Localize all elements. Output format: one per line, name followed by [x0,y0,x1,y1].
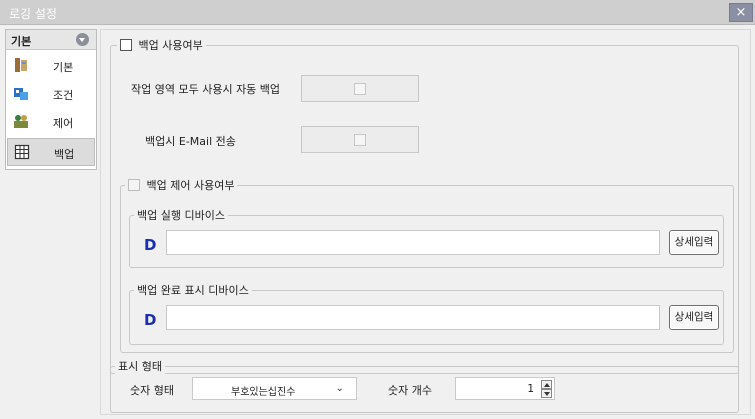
title-bar: 로깅 설정 × [0,0,755,25]
sidebar-header-label: 기본 [11,35,32,48]
backup-control-checkbox[interactable] [128,179,140,191]
auto-backup-label: 작업 영역 모두 사용시 자동 백업 [131,83,281,96]
backup-control-group: 백업 제어 사용여부 백업 실행 디바이스 D 상세입력 백업 완료 표시 디바… [120,177,734,353]
basic-config-icon [15,58,27,72]
sidebar-header[interactable]: 기본 [6,30,96,50]
sidebar-item-basic[interactable]: 기본 [7,52,95,80]
sidebar-item-label: 기본 [53,61,74,74]
number-format-value: 부호있는십진수 [231,387,296,398]
done-device-input[interactable] [166,305,660,330]
sidebar-item-label: 백업 [54,148,75,161]
exec-device-group: 백업 실행 디바이스 D 상세입력 [129,207,724,268]
backup-use-toggle[interactable]: 백업 사용여부 [117,37,206,53]
stepper-buttons [541,380,552,398]
backup-grid-icon [14,144,30,160]
done-device-detail-button[interactable]: 상세입력 [669,305,719,330]
email-backup-checkbox[interactable] [354,133,366,146]
auto-backup-checkbox-field[interactable] [301,75,419,102]
stepper-up-icon[interactable] [541,380,552,389]
auto-backup-checkbox[interactable] [354,82,366,95]
control-icon [14,115,28,128]
number-format-label: 숫자 형태 [130,384,174,397]
close-button[interactable]: × [729,3,753,22]
exec-device-input[interactable] [166,230,660,255]
backup-control-label: 백업 제어 사용여부 [146,179,235,192]
done-device-group: 백업 완료 표시 디바이스 D 상세입력 [129,282,724,345]
window-title: 로깅 설정 [9,7,57,21]
backup-group: 백업 사용여부 작업 영역 모두 사용시 자동 백업 백업시 E-Mail 전송… [110,37,739,374]
exec-device-detail-button[interactable]: 상세입력 [669,230,719,255]
done-device-prefix: D [144,311,157,329]
collapse-chevron-icon[interactable] [76,33,89,46]
backup-use-checkbox[interactable] [120,39,132,51]
sidebar-item-label: 제어 [53,117,74,130]
done-device-title: 백업 완료 표시 디바이스 [134,282,252,298]
sidebar-item-condition[interactable]: 조건 [7,80,95,108]
backup-use-label: 백업 사용여부 [138,39,203,52]
digit-count-label: 숫자 개수 [388,384,432,397]
digit-count-value: 1 [527,383,534,395]
stepper-down-icon[interactable] [541,389,552,398]
number-format-select[interactable]: 부호있는십진수 ⌄ [192,377,357,400]
backup-control-toggle[interactable]: 백업 제어 사용여부 [125,177,238,193]
sidebar-item-backup[interactable]: 백업 [7,138,95,166]
exec-device-title: 백업 실행 디바이스 [134,207,228,223]
email-backup-label: 백업시 E-Mail 전송 [145,135,236,148]
display-format-group: 표시 형태 숫자 형태 부호있는십진수 ⌄ 숫자 개수 1 [110,358,739,413]
sidebar-item-control[interactable]: 제어 [7,108,95,136]
condition-icon [14,88,28,100]
sidebar: 기본 기본 조건 제어 백업 [5,29,97,170]
main-panel: 백업 사용여부 작업 영역 모두 사용시 자동 백업 백업시 E-Mail 전송… [100,29,751,415]
digit-count-stepper[interactable]: 1 [455,377,555,400]
chevron-down-icon[interactable]: ⌄ [336,383,344,394]
email-backup-checkbox-field[interactable] [301,126,419,153]
sidebar-item-label: 조건 [53,89,74,102]
exec-device-prefix: D [144,236,157,254]
display-format-title: 표시 형태 [115,358,165,374]
